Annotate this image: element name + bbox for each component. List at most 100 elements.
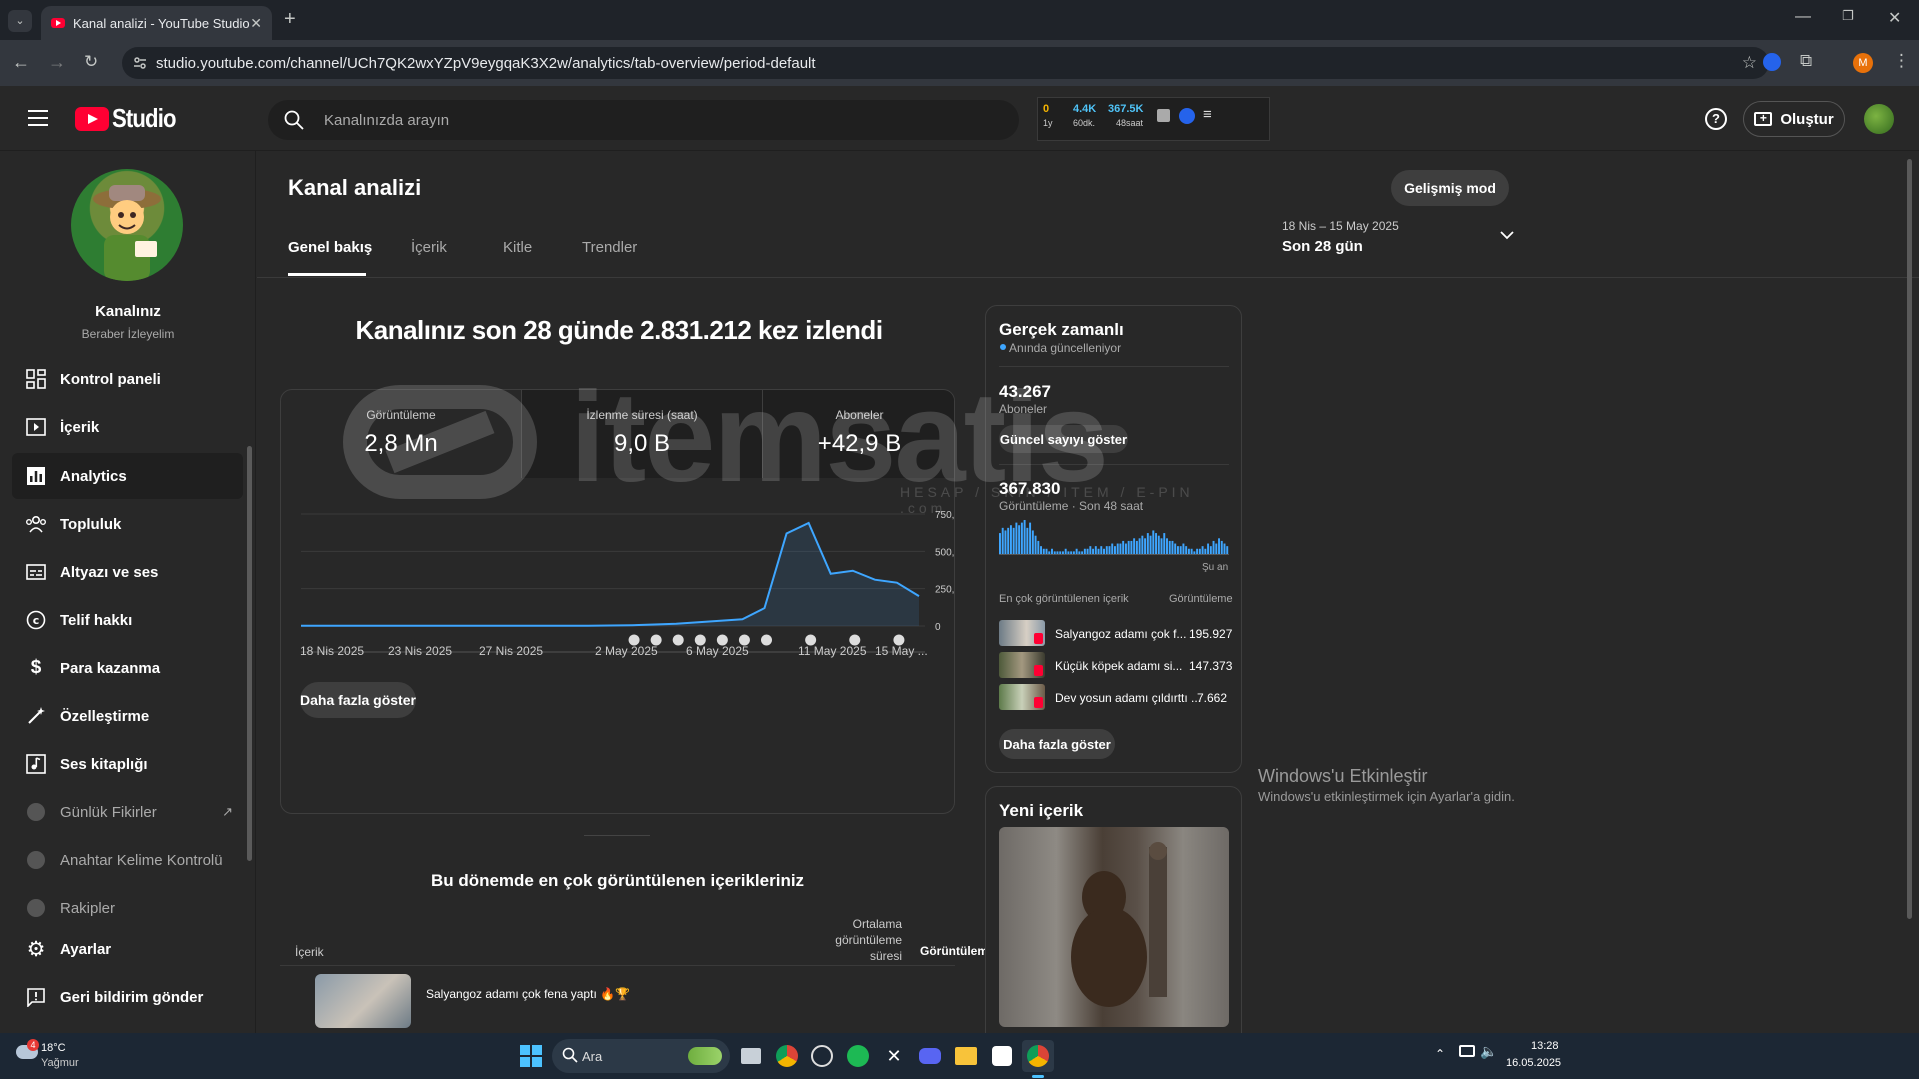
create-button[interactable]: + Oluştur: [1743, 101, 1845, 137]
capcut-editor-icon[interactable]: [986, 1040, 1018, 1072]
realtime-bar[interactable]: [1144, 538, 1147, 554]
realtime-show-more-button[interactable]: Daha fazla göster: [999, 729, 1115, 759]
realtime-bar[interactable]: [1026, 527, 1029, 554]
realtime-bar[interactable]: [1130, 540, 1133, 554]
new-video-thumbnail[interactable]: [999, 827, 1229, 1027]
close-window-icon[interactable]: ✕: [1888, 8, 1901, 28]
address-bar[interactable]: studio.youtube.com/channel/UCh7QK2wxYZpV…: [122, 47, 1769, 79]
realtime-bar[interactable]: [1124, 543, 1127, 554]
sidebar-item-keyword-check[interactable]: Anahtar Kelime Kontrolü: [12, 837, 243, 883]
sidebar-item-subtitles[interactable]: Altyazı ve ses: [12, 549, 243, 595]
realtime-bar[interactable]: [1037, 540, 1040, 554]
browser-menu-icon[interactable]: ⋮: [1893, 51, 1910, 71]
realtime-bar[interactable]: [1004, 530, 1007, 554]
back-icon[interactable]: ←: [12, 52, 30, 73]
realtime-bar[interactable]: [1220, 540, 1223, 554]
realtime-bar[interactable]: [1034, 535, 1037, 554]
windows-start-icon[interactable]: [515, 1040, 547, 1072]
realtime-bar[interactable]: [1111, 543, 1114, 554]
sidebar-item-copyright[interactable]: c Telif hakkı: [12, 597, 243, 643]
sidebar-item-feedback[interactable]: Geri bildirim gönder: [12, 974, 243, 1020]
realtime-bar[interactable]: [999, 533, 1001, 554]
vidiq-stats-widget[interactable]: 0 1y 4.4K 60dk. 367.5K 48saat ≡: [1037, 97, 1270, 141]
tab-content[interactable]: İçerik: [411, 239, 447, 256]
realtime-bar[interactable]: [1163, 533, 1166, 554]
capcut-icon[interactable]: ✕: [878, 1040, 910, 1072]
tab-audience[interactable]: Kitle: [503, 239, 532, 256]
spotify-icon[interactable]: [842, 1040, 874, 1072]
file-explorer-icon[interactable]: [950, 1040, 982, 1072]
task-view-icon[interactable]: [735, 1040, 767, 1072]
metric-tab-watch-time[interactable]: İzlenme süresi (saat) 9,0 B: [521, 390, 763, 478]
realtime-bar[interactable]: [1201, 546, 1204, 554]
help-icon[interactable]: ?: [1705, 108, 1727, 130]
channel-avatar[interactable]: [71, 169, 183, 281]
list-item[interactable]: Dev yosun adamı çıldırttı ... 7.662: [999, 684, 1229, 712]
reload-icon[interactable]: ↻: [84, 52, 98, 72]
volume-icon[interactable]: 🔈: [1480, 1043, 1497, 1060]
tab-overview[interactable]: Genel bakış: [288, 239, 372, 256]
hamburger-menu-icon[interactable]: [28, 110, 48, 126]
realtime-bar[interactable]: [1029, 522, 1032, 554]
realtime-bar[interactable]: [1119, 543, 1122, 554]
realtime-bar[interactable]: [1105, 546, 1108, 554]
bar-chart-icon[interactable]: [1157, 109, 1170, 122]
realtime-bar[interactable]: [1135, 540, 1138, 554]
account-avatar[interactable]: [1864, 104, 1894, 134]
sidebar-item-dashboard[interactable]: Kontrol paneli: [12, 356, 243, 402]
realtime-bar[interactable]: [1168, 540, 1171, 554]
channel-search-input[interactable]: Kanalınızda arayın: [268, 100, 1019, 140]
realtime-bar[interactable]: [1100, 546, 1103, 554]
list-item[interactable]: Salyangoz adamı çok f... 195.927: [999, 620, 1232, 648]
extension-vidiq-icon[interactable]: [1763, 53, 1781, 71]
sidebar-item-analytics[interactable]: Analytics: [12, 453, 243, 499]
discord-icon[interactable]: [914, 1040, 946, 1072]
realtime-bar[interactable]: [1185, 546, 1188, 554]
extensions-puzzle-icon[interactable]: ⧉: [1800, 51, 1812, 71]
realtime-bar[interactable]: [1226, 546, 1229, 554]
bookmark-star-icon[interactable]: ☆: [1742, 53, 1757, 73]
forward-icon[interactable]: →: [48, 52, 66, 73]
tab-search-chevron-icon[interactable]: ⌄: [8, 10, 32, 32]
realtime-bar[interactable]: [1176, 546, 1179, 554]
sidebar-item-content[interactable]: İçerik: [12, 404, 243, 450]
realtime-bar[interactable]: [1127, 540, 1130, 554]
realtime-bar[interactable]: [1001, 527, 1004, 554]
realtime-bar[interactable]: [1160, 538, 1163, 554]
realtime-bar[interactable]: [1171, 540, 1174, 554]
realtime-bar[interactable]: [1157, 535, 1160, 554]
browser-tab-active[interactable]: Kanal analizi - YouTube Studio ✕: [41, 6, 272, 40]
realtime-bar[interactable]: [1182, 543, 1185, 554]
realtime-bar[interactable]: [1149, 535, 1152, 554]
table-row[interactable]: Salyangoz adamı çok fena yaptı 🔥🏆: [280, 971, 955, 1033]
show-live-count-button[interactable]: Güncel sayıyı göster: [999, 425, 1128, 453]
realtime-bar[interactable]: [1209, 546, 1212, 554]
menu-lines-icon[interactable]: ≡: [1203, 106, 1212, 123]
clock-time[interactable]: 13:28: [1531, 1040, 1559, 1052]
sidebar-item-monetization[interactable]: $ Para kazanma: [12, 645, 243, 691]
realtime-bar[interactable]: [1018, 525, 1021, 554]
chrome-profile-icon[interactable]: [1022, 1040, 1054, 1072]
realtime-bar[interactable]: [1114, 546, 1116, 554]
taskbar-search[interactable]: Ara: [552, 1039, 730, 1073]
realtime-bar[interactable]: [1094, 546, 1097, 554]
network-icon[interactable]: [1459, 1045, 1475, 1057]
minimize-icon[interactable]: —: [1795, 8, 1811, 26]
realtime-bar[interactable]: [1166, 538, 1168, 554]
sidebar-item-daily-ideas[interactable]: Günlük Fikirler ↗: [12, 789, 243, 835]
realtime-bar[interactable]: [1040, 546, 1043, 554]
chrome-icon[interactable]: [771, 1040, 803, 1072]
chart-show-more-button[interactable]: Daha fazla göster: [300, 682, 416, 718]
advanced-mode-button[interactable]: Gelişmiş mod: [1391, 170, 1509, 206]
profile-avatar[interactable]: M: [1853, 53, 1873, 73]
site-info-icon[interactable]: [132, 55, 148, 71]
realtime-bar[interactable]: [1133, 538, 1136, 554]
sidebar-item-customization[interactable]: Özelleştirme: [12, 693, 243, 739]
realtime-bar[interactable]: [1012, 527, 1015, 554]
realtime-bar[interactable]: [1212, 540, 1215, 554]
realtime-bar[interactable]: [1089, 546, 1092, 554]
realtime-bar[interactable]: [1007, 527, 1010, 554]
realtime-bar[interactable]: [1009, 525, 1012, 554]
realtime-bar[interactable]: [1174, 543, 1177, 554]
sidebar-item-community[interactable]: Topluluk: [12, 501, 243, 547]
